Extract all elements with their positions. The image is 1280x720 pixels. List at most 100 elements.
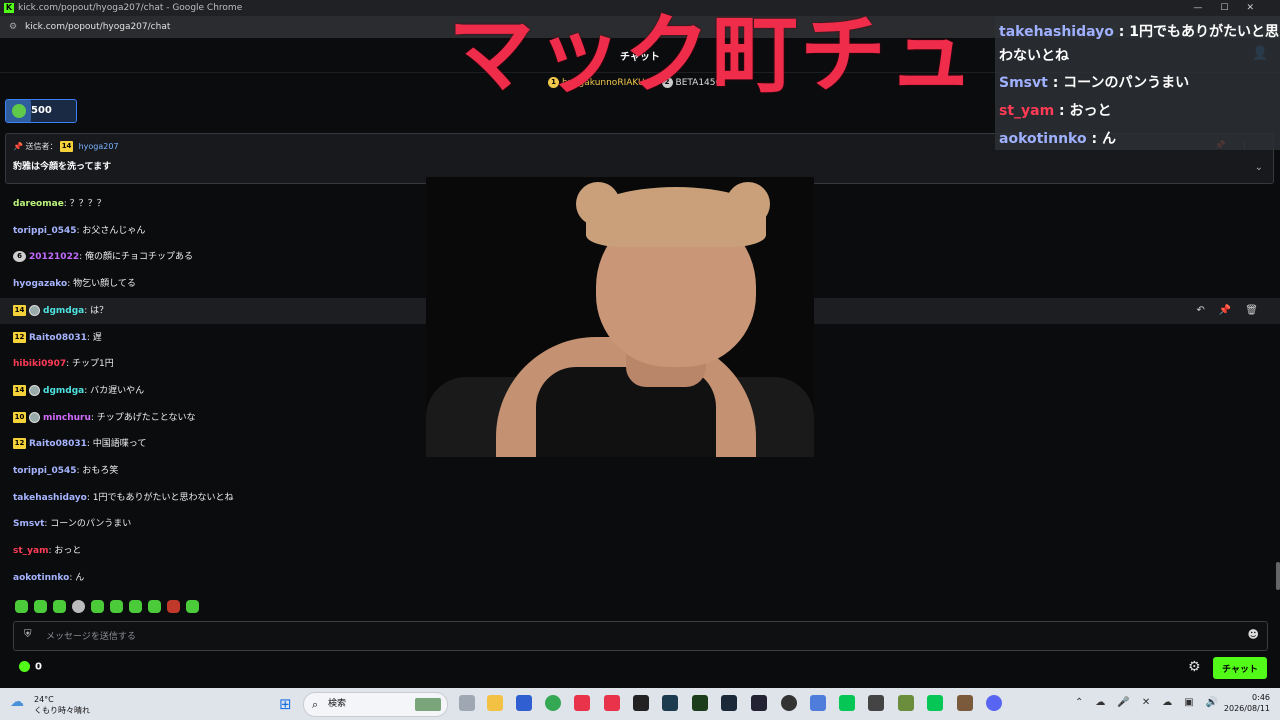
chat-username[interactable]: aokotinnko [13,573,69,583]
pinned-username[interactable]: hyoga207 [79,142,119,151]
kick-logo-icon: K [4,3,14,13]
clock-time: 0:46 [1252,693,1270,702]
chat-text: : 中国語喋って [86,439,147,449]
emote-icon[interactable] [110,600,123,613]
overlay-text: : ん [1086,131,1116,147]
app-icon[interactable] [751,695,767,711]
line-icon[interactable] [839,695,855,711]
emote-icon[interactable] [53,600,66,613]
chat-username[interactable]: hyogazako [13,279,67,289]
stream-overlay-title: マック町チュ [448,5,976,105]
message-mod-tools[interactable]: ↶📌🗑 [1196,298,1272,324]
window-controls[interactable]: —☐✕ [1193,0,1272,16]
overlay-text: わないとね [999,48,1069,64]
bear-ear-right [726,182,770,226]
chat-text: : チップあげたことないな [90,413,196,423]
chat-username[interactable]: hibiki0907 [13,359,66,369]
chat-username[interactable]: Raito08031 [29,333,87,343]
points-count: 0 [35,661,42,673]
emote-icon[interactable] [91,600,104,613]
points-icon [19,661,30,672]
emote-icon[interactable] [129,600,142,613]
overlay-text: : コーンのパンうまい [1047,75,1190,91]
overlay-username: aokotinnko [999,131,1087,147]
shield-icon[interactable]: ⛨ [24,629,32,640]
chat-username[interactable]: torippi_0545 [13,466,77,476]
subscriber-badge: 6 [13,251,26,262]
chat-username[interactable]: Raito08031 [29,439,87,449]
line-icon[interactable] [927,695,943,711]
chevron-down-icon[interactable]: ⌄ [1255,162,1263,173]
chat-username[interactable]: minchuru [43,413,91,423]
chat-username[interactable]: Smsvt [13,519,44,529]
emote-icon[interactable] [15,600,28,613]
app-icon[interactable] [516,695,532,711]
discord-icon[interactable] [986,695,1002,711]
search-highlight-image [415,698,441,711]
overlay-text: : おっと [1054,103,1112,119]
chat-username[interactable]: dgmdga [43,306,84,316]
site-info-icon[interactable]: ⚙ [9,16,17,38]
chat-text: : 俺の顔にチョコチップある [79,252,194,262]
chat-message[interactable]: aokotinnko: ん [0,565,1280,591]
emoji-picker-icon[interactable]: ☻ [1248,628,1259,641]
emote-icon[interactable] [72,600,85,613]
minecraft-icon[interactable] [898,695,914,711]
app-icon[interactable] [810,695,826,711]
chat-username[interactable]: dgmdga [43,386,84,396]
subscriber-badge: 14 [13,385,26,396]
app-icon[interactable] [633,695,649,711]
app-icon[interactable] [868,695,884,711]
overlay-chat-line: takehashidayo : 1円でもありがたいと思 [999,21,1279,41]
emote-icon[interactable] [34,600,47,613]
channel-points-box[interactable]: 500 [5,99,77,123]
clock[interactable]: 0:46 2026/08/11 [1220,692,1270,714]
chat-text: : ん [69,573,85,583]
chat-text: : 1円でもありがたいと思わないとね [86,493,234,503]
tiktok-icon[interactable] [604,695,620,711]
emote-icon[interactable] [167,600,180,613]
clock-date: 2026/08/11 [1223,704,1270,713]
chat-username[interactable]: takehashidayo [13,493,87,503]
scrollbar-thumb[interactable] [1276,562,1280,590]
app-icon[interactable] [574,695,590,711]
channel-points[interactable]: 0 [19,661,42,673]
chat-username[interactable]: torippi_0545 [13,226,77,236]
chat-message[interactable]: Smsvt: コーンのパンうまい [0,511,1280,537]
windows-start-icon[interactable]: ⊞ [279,696,295,712]
file-explorer-icon[interactable] [487,695,503,711]
chat-text: : バカ遅いやん [84,386,145,396]
chat-username[interactable]: dareomae [13,199,64,209]
windows-taskbar: ☁ 24°C くもり時々晴れ ⊞ ⌕ 検索 ⌃☁🎤✕☁▣🔊 0:46 2026/… [0,688,1280,720]
chat-message-input[interactable] [44,622,1228,652]
badge-avatar-icon [29,385,40,396]
chat-username[interactable]: 20121022 [29,252,79,262]
chat-username[interactable]: st_yam [13,546,48,556]
system-tray[interactable]: ⌃☁🎤✕☁▣🔊 [1075,697,1230,708]
task-view-icon[interactable] [459,695,475,711]
chat-message[interactable]: takehashidayo: 1円でもありがたいと思わないとね [0,485,1280,511]
pin-icon: 📌 [13,142,23,151]
taskbar-search[interactable]: ⌕ 検索 [303,692,448,717]
emote-icon[interactable] [148,600,161,613]
emote-icon[interactable] [186,600,199,613]
kick-app-icon[interactable] [692,695,708,711]
chrome-icon[interactable] [545,695,561,711]
chat-message[interactable]: st_yam: おっと [0,538,1280,564]
url-text[interactable]: kick.com/popout/hyoga207/chat [25,16,170,38]
gear-icon[interactable]: ⚙ [1188,659,1201,675]
subscriber-badge: 12 [13,438,26,449]
chat-text: : お父さんじゃん [76,226,146,236]
chat-footer: 0 ⚙ チャット [0,655,1280,683]
temperature: 24°C [34,695,54,704]
chat-input-box[interactable]: ⛨ ☻ [13,621,1268,652]
overlay-chat-line: Smsvt : コーンのパンうまい [999,72,1189,92]
chat-message[interactable]: torippi_0545: おもろ笑 [0,458,1280,484]
overlay-chat-line: わないとね [999,45,1069,65]
app-icon[interactable] [957,695,973,711]
overlay-text: : 1円でもありがたいと思 [1113,24,1279,40]
send-chat-button[interactable]: チャット [1213,657,1267,679]
app-icon[interactable] [781,695,797,711]
steam-icon[interactable] [721,695,737,711]
app-icon[interactable] [662,695,678,711]
